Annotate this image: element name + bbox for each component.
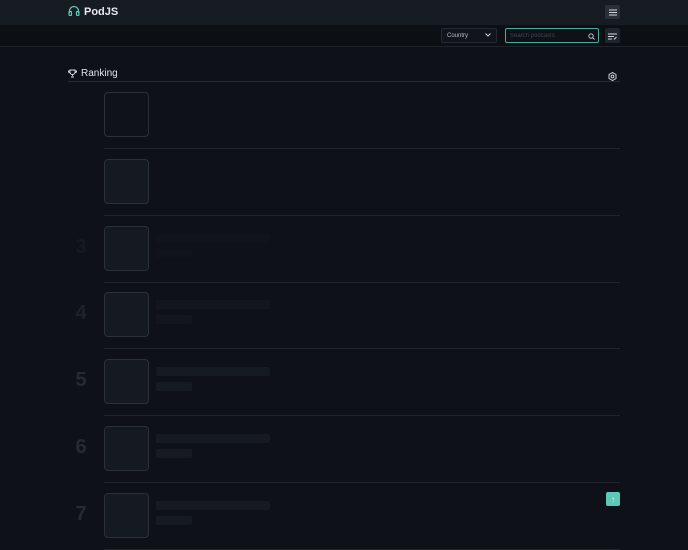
sort-filter-button[interactable] (605, 28, 620, 43)
ranking-list-item[interactable]: 7 (68, 483, 620, 550)
hamburger-icon (608, 3, 617, 21)
ranking-list-item[interactable]: 3 (68, 216, 620, 283)
rank-number: 3 (75, 235, 87, 258)
rank-number: 4 (75, 302, 87, 325)
search-input[interactable] (510, 32, 588, 39)
subtitle-skeleton (156, 248, 192, 258)
scroll-to-top-button[interactable]: ↑ (606, 492, 620, 506)
menu-button[interactable] (605, 5, 620, 19)
chevron-down-icon (485, 32, 491, 39)
podcast-thumbnail-skeleton (104, 158, 149, 204)
headphones-icon (68, 5, 80, 19)
search-icon[interactable] (588, 27, 595, 45)
podcast-thumbnail-skeleton (104, 225, 149, 271)
title-skeleton (156, 500, 270, 510)
title-skeleton (156, 434, 270, 443)
subtitle-skeleton (156, 449, 192, 458)
podcast-thumbnail-skeleton (104, 292, 149, 338)
arrow-up-icon: ↑ (611, 494, 615, 504)
ranking-list-item[interactable]: 1 (68, 82, 620, 149)
podcast-thumbnail-skeleton (104, 426, 149, 471)
title-skeleton (156, 367, 270, 377)
podcast-thumbnail-skeleton (104, 92, 149, 137)
rank-number: 7 (75, 502, 87, 525)
ranking-list-item[interactable]: 5 (68, 349, 620, 417)
filter-list-icon (608, 27, 617, 45)
subtitle-skeleton (156, 515, 192, 525)
top-navbar: PodJS (0, 0, 688, 25)
subtitle-skeleton (156, 382, 192, 392)
rank-number: 5 (75, 369, 87, 392)
trophy-icon (68, 65, 77, 83)
title-skeleton (156, 233, 270, 243)
rank-number: 6 (75, 436, 87, 458)
ranking-list-item[interactable]: 2 (68, 149, 620, 216)
app-logo[interactable]: PodJS (68, 5, 118, 19)
subtitle-skeleton (156, 315, 192, 325)
podcast-thumbnail-skeleton (104, 359, 149, 405)
country-select-label: Country (447, 32, 469, 39)
title-skeleton (156, 300, 270, 310)
ranking-list-item[interactable]: 4 (68, 282, 620, 350)
search-field (505, 28, 599, 43)
ranking-list-item[interactable]: 6 (68, 416, 620, 483)
podcast-thumbnail-skeleton (104, 492, 149, 538)
ranking-header: Ranking (68, 66, 620, 82)
section-title: Ranking (81, 68, 118, 79)
app-name: PodJS (84, 6, 119, 18)
country-select[interactable]: Country (441, 28, 497, 43)
